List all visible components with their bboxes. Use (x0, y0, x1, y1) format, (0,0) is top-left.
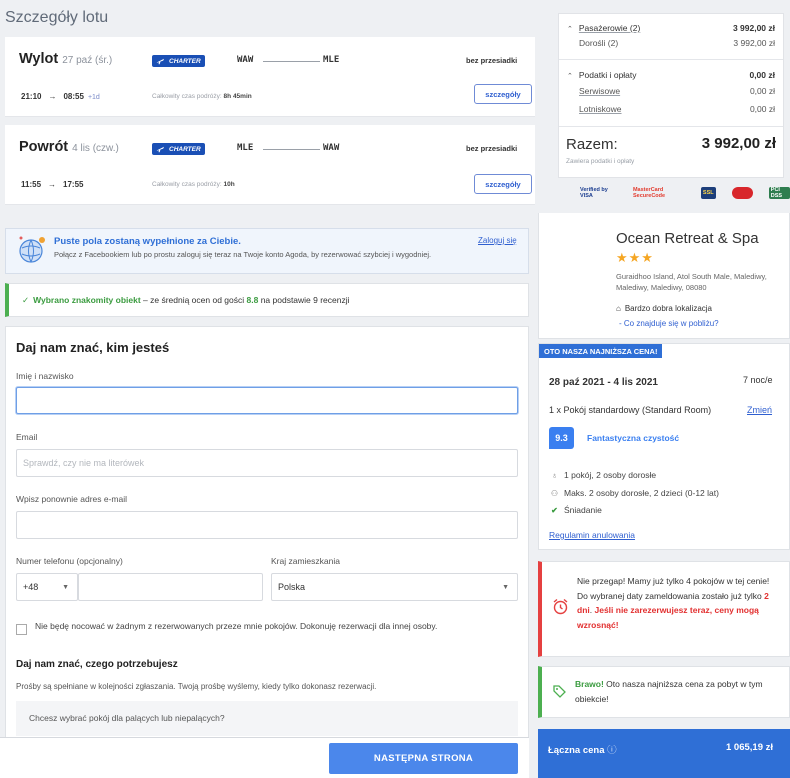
return-flight-card: Powrót 4 lis (czw.) CHARTER MLE WAW bez p… (5, 125, 535, 205)
outbound-direction: Wylot 27 paź (śr.) (19, 51, 113, 67)
people-icon: ⚇ (550, 488, 559, 498)
price-summary-card: ⌃ Pasażerowie (2) 3 992,00 zł Dorośli (2)… (558, 13, 784, 178)
form-heading: Daj nam znać, kim jesteś (16, 340, 170, 355)
country-select[interactable]: Polska ▼ (271, 573, 518, 601)
smoking-preference-question: Chcesz wybrać pokój dla palących lub nie… (29, 713, 225, 723)
facebook-banner-subtitle: Połącz z Facebookiem lub po prostu zalog… (54, 250, 432, 259)
nearby-link[interactable]: - Co znajduje się w pobliżu? (619, 319, 719, 328)
total-price-value: 1 065,19 zł (726, 742, 774, 753)
phone-label: Numer telefonu (opcjonalny) (16, 556, 123, 566)
phone-number-input[interactable] (78, 573, 263, 601)
route-line (263, 149, 320, 150)
outbound-stops: bez przesiadki (466, 56, 518, 65)
alarm-clock-icon (553, 598, 568, 615)
caret-down-icon: ▼ (62, 583, 69, 591)
plane-icon (156, 146, 165, 152)
room-type: 1 x Pokój standardowy (Standard Room) (549, 405, 712, 415)
stay-nights: 7 noc/e (743, 375, 773, 385)
outbound-flight-card: Wylot 27 paź (śr.) CHARTER WAW MLE bez pr… (5, 37, 535, 117)
location-icon: ⌂ (616, 304, 621, 313)
urgency-text: Nie przegap! Mamy już tylko 4 pokojów w … (577, 576, 770, 630)
taxes-row[interactable]: ⌃ Podatki i opłaty 0,00 zł (567, 70, 775, 80)
phone-code-select[interactable]: +48 ▼ (16, 573, 78, 601)
needs-subtitle: Prośby są spełniane w kolejności zgłasza… (16, 682, 377, 691)
cleanliness-label: Fantastyczna czystość (587, 433, 680, 443)
charter-badge: CHARTER (152, 143, 205, 155)
plane-icon (156, 58, 165, 64)
return-from-airport: MLE (237, 143, 254, 153)
change-room-link[interactable]: Zmień (747, 405, 772, 415)
email-confirm-input[interactable] (16, 511, 518, 539)
cleanliness-score: 9.3 (549, 427, 574, 449)
hotel-address: Guraidhoo Island, Atol South Male, Maled… (616, 272, 767, 292)
hotel-stars: ★★★ (616, 250, 654, 265)
outbound-date: 27 paź (śr.) (62, 55, 113, 66)
return-stops: bez przesiadki (466, 144, 518, 153)
person-icon: ♁ (551, 470, 558, 480)
chevron-up-icon: ⌃ (567, 73, 573, 80)
security-seal-icon (731, 187, 753, 199)
email-label: Email (16, 432, 38, 442)
flight-details-title: Szczegóły lotu (5, 9, 109, 26)
outbound-from-airport: WAW (237, 55, 254, 65)
full-name-input[interactable] (16, 387, 518, 414)
outbound-to-airport: MLE (323, 55, 340, 65)
route-line (263, 61, 320, 62)
verified-by-visa-badge: Verified by VISA (580, 187, 608, 199)
return-details-button[interactable]: szczegóły (474, 174, 532, 194)
info-icon[interactable]: ⓘ (607, 745, 617, 756)
flight-total-value: 3 992,00 zł (701, 135, 776, 152)
stay-dates: 28 paź 2021 - 4 lis 2021 (549, 377, 658, 388)
check-icon: ✓ (22, 295, 30, 305)
outbound-duration: Całkowity czas podróży: 8h 45min (152, 93, 252, 100)
lowest-price-tag: OTO NASZA NAJNIŻSZA CENA! (539, 344, 663, 358)
needs-heading: Daj nam znać, czego potrzebujesz (16, 659, 178, 670)
next-page-button[interactable]: NASTĘPNA STRONA (329, 743, 518, 774)
adults-row: Dorośli (2) 3 992,00 zł (579, 38, 775, 48)
return-date: 4 lis (czw.) (72, 143, 119, 154)
breakfast-info: ✔ Śniadanie (551, 505, 602, 515)
outbound-times: 21:10 → 08:55 +1d (21, 92, 100, 101)
booking-for-someone-else-label: Nie będę nocować w żadnym z rezerwowanyc… (35, 621, 438, 631)
check-icon: ✔ (551, 505, 558, 515)
mastercard-securecode-badge: MasterCard SecureCode (632, 187, 666, 199)
service-fee-row: Serwisowe 0,00 zł (579, 86, 775, 96)
return-duration: Całkowity czas podróży: 10h (152, 181, 235, 188)
price-tag-icon (553, 685, 566, 698)
email-confirm-label: Wpisz ponownie adres e-mail (16, 494, 128, 504)
max-occupancy-info: ⚇ Maks. 2 osoby dorosłe, 2 dzieci (0-12 l… (550, 488, 719, 498)
lowest-price-text: Brawo! Oto nasza najniższa cena za pobyt… (575, 679, 763, 704)
chevron-up-icon: ⌃ (567, 26, 573, 33)
email-placeholder: Sprawdź, czy nie ma literówek (23, 458, 145, 468)
return-direction: Powrót 4 lis (czw.) (19, 139, 119, 155)
great-property-text: ✓ Wybrano znakomity obiekt – ze średnią o… (22, 295, 350, 305)
day-offset: +1d (87, 94, 100, 101)
return-times: 11:55 → 17:55 (21, 180, 84, 189)
divider (559, 126, 783, 127)
airport-fee-row: Lotniskowe 0,00 zł (579, 104, 775, 114)
pci-dss-badge: PCI DSS (768, 187, 790, 199)
security-badges: Verified by VISA MasterCard SecureCode S… (578, 187, 790, 199)
location-badge: ⌂ Bardzo dobra lokalizacja (616, 304, 713, 313)
country-label: Kraj zamieszkania (271, 556, 340, 566)
divider (559, 59, 783, 60)
flight-total-note: Zawiera podatki i opłaty (566, 158, 635, 165)
globe-icon (19, 236, 45, 263)
flight-total-label: Razem: (566, 136, 618, 153)
login-link[interactable]: Zaloguj się (478, 236, 517, 245)
hotel-name: Ocean Retreat & Spa (616, 230, 759, 247)
total-price-label: Łączna cena ⓘ (548, 745, 617, 756)
booking-for-someone-else-checkbox[interactable] (16, 624, 27, 635)
name-label: Imię i nazwisko (16, 371, 74, 381)
charter-badge: CHARTER (152, 55, 205, 67)
ssl-badge: SSL (700, 187, 716, 199)
outbound-details-button[interactable]: szczegóły (474, 84, 532, 104)
return-to-airport: WAW (323, 143, 340, 153)
caret-down-icon: ▼ (502, 583, 509, 591)
passengers-row[interactable]: ⌃ Pasażerowie (2) 3 992,00 zł (567, 23, 775, 33)
email-input[interactable]: Sprawdź, czy nie ma literówek (16, 449, 518, 477)
cancellation-policy-link[interactable]: Regulamin anulowania (549, 530, 635, 540)
occupancy-info: ♁ 1 pokój, 2 osoby dorosłe (551, 470, 657, 480)
facebook-banner-title: Puste pola zostaną wypełnione za Ciebie. (54, 236, 241, 247)
